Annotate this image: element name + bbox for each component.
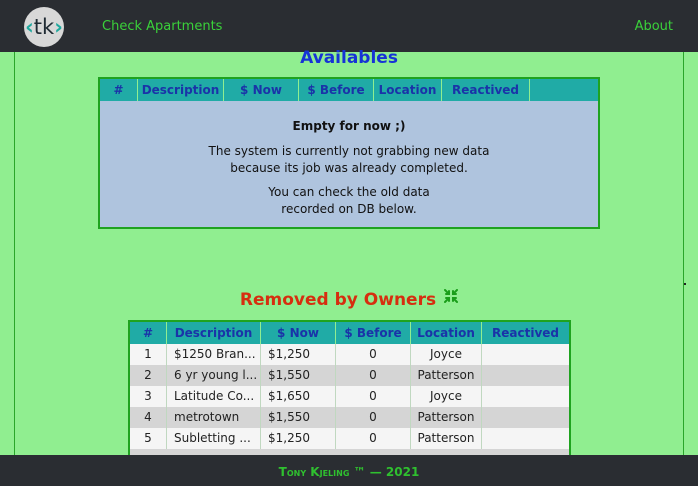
- cell-now: $1,250: [261, 344, 336, 365]
- footer: Tony Kjeling ™ — 2021: [0, 455, 698, 486]
- column-header-number[interactable]: #: [100, 79, 138, 101]
- nav-link-about[interactable]: About: [635, 19, 673, 34]
- footer-text: Tony Kjeling ™ — 2021: [278, 465, 420, 479]
- cell-number: 2: [130, 365, 167, 386]
- cell-location: Joyce: [411, 344, 482, 365]
- cell-now: $1,250: [261, 428, 336, 449]
- cell-location: Patterson: [411, 428, 482, 449]
- cell-description[interactable]: metrotown: [167, 407, 261, 428]
- cell-location: Joyce: [411, 386, 482, 407]
- column-header-number[interactable]: #: [130, 322, 167, 344]
- nav-link-check-apartments[interactable]: Check Apartments: [102, 19, 222, 34]
- cell-number: 3: [130, 386, 167, 407]
- cell-reactived: [482, 365, 569, 386]
- top-navbar: ‹tk› Check Apartments About: [0, 0, 698, 52]
- cell-description[interactable]: 6 yr young l...: [167, 365, 261, 386]
- table-row[interactable]: 5 Subletting ... $1,250 0 Patterson: [130, 428, 569, 449]
- cell-reactived: [482, 428, 569, 449]
- cell-before: 0: [336, 344, 411, 365]
- column-header-description[interactable]: Description: [167, 322, 261, 344]
- table-row[interactable]: 4 metrotown $1,550 0 Patterson: [130, 407, 569, 428]
- removed-table-header: # Description $ Now $ Before Location Re…: [130, 322, 569, 344]
- cell-reactived: [482, 386, 569, 407]
- cell-before: 0: [336, 428, 411, 449]
- column-header-now[interactable]: $ Now: [224, 79, 299, 101]
- logo[interactable]: ‹tk›: [24, 7, 64, 47]
- empty-state-line: The system is currently not grabbing new…: [208, 144, 490, 175]
- removed-table: # Description $ Now $ Before Location Re…: [128, 320, 571, 455]
- table-row[interactable]: 2 6 yr young l... $1,550 0 Patterson: [130, 365, 569, 386]
- empty-state-line: You can check the old data recorded on D…: [268, 185, 430, 216]
- cell-location: Patterson: [411, 407, 482, 428]
- column-header-description[interactable]: Description: [138, 79, 224, 101]
- column-header-location[interactable]: Location: [374, 79, 442, 101]
- cell-now: $1,650: [261, 386, 336, 407]
- removed-title: Removed by Owners: [0, 288, 698, 310]
- cell-description[interactable]: Latitude Co...: [167, 386, 261, 407]
- column-header-reactived[interactable]: Reactived: [442, 79, 530, 101]
- cell-description[interactable]: Subletting ...: [167, 428, 261, 449]
- cell-number: 4: [130, 407, 167, 428]
- availables-table-header: # Description $ Now $ Before Location Re…: [100, 79, 598, 101]
- collapse-icon[interactable]: [444, 288, 459, 308]
- table-row[interactable]: 1 $1250 Bran... $1,250 0 Joyce: [130, 344, 569, 365]
- column-header-reactived[interactable]: Reactived: [482, 322, 569, 344]
- cell-description[interactable]: $1250 Bran...: [167, 344, 261, 365]
- cell-number: 1: [130, 344, 167, 365]
- availables-table: # Description $ Now $ Before Location Re…: [98, 77, 600, 229]
- column-header-before[interactable]: $ Before: [299, 79, 374, 101]
- availables-title: Availables: [300, 48, 398, 68]
- cell-before: 0: [336, 386, 411, 407]
- cell-reactived: [482, 344, 569, 365]
- cell-number: 5: [130, 428, 167, 449]
- column-header-extra: [530, 79, 598, 101]
- scroll-marker: [684, 283, 686, 285]
- cell-before: 0: [336, 365, 411, 386]
- column-header-now[interactable]: $ Now: [261, 322, 336, 344]
- cell-reactived: [482, 407, 569, 428]
- cell-now: $1,550: [261, 365, 336, 386]
- logo-text: ‹tk›: [25, 15, 63, 39]
- empty-state-title: Empty for now ;): [292, 119, 406, 133]
- cell-now: $1,550: [261, 407, 336, 428]
- column-header-location[interactable]: Location: [411, 322, 482, 344]
- table-row[interactable]: 3 Latitude Co... $1,650 0 Joyce: [130, 386, 569, 407]
- column-header-before[interactable]: $ Before: [336, 322, 411, 344]
- cell-location: Patterson: [411, 365, 482, 386]
- empty-state: Empty for now ;) The system is currently…: [100, 101, 598, 218]
- cell-before: 0: [336, 407, 411, 428]
